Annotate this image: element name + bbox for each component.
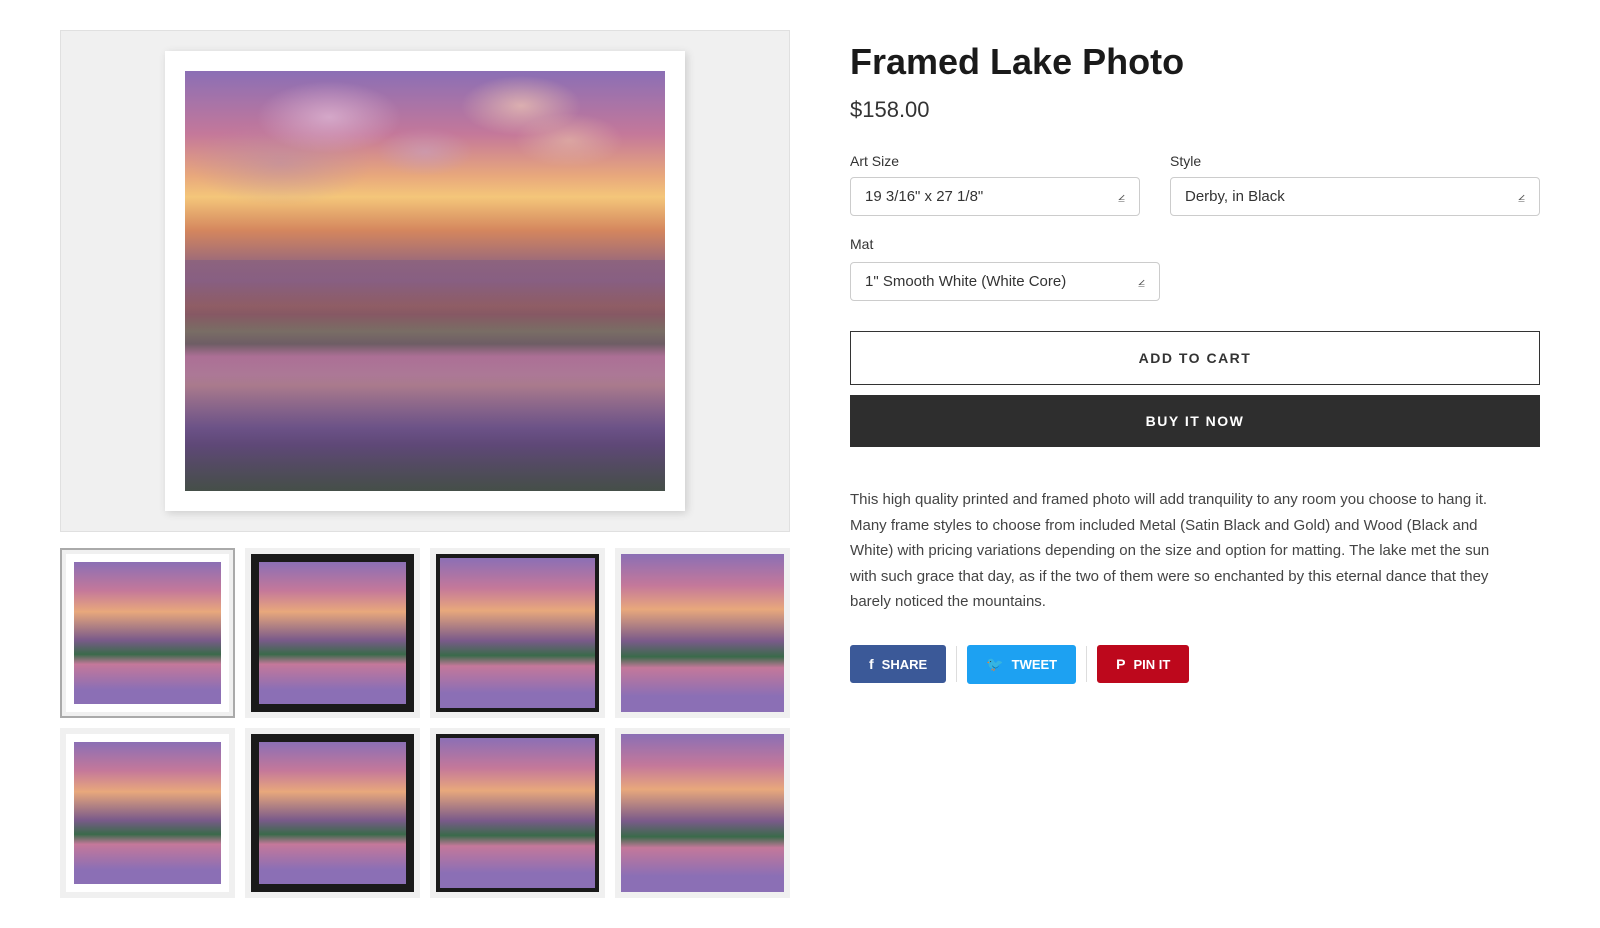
thumb-photo-3 <box>440 558 594 708</box>
thumbnail-5[interactable] <box>60 728 235 898</box>
art-size-value: 19 3/16" x 27 1/8" <box>865 188 983 205</box>
facebook-share-label: SHARE <box>882 657 928 672</box>
thumbnail-7[interactable] <box>430 728 605 898</box>
share-separator-1 <box>956 646 957 682</box>
thumb-photo-1 <box>74 562 220 704</box>
thumb-frame-1 <box>66 554 228 712</box>
pinterest-share-button[interactable]: P PIN IT <box>1097 645 1189 683</box>
mat-label: Mat <box>850 236 873 252</box>
thumb-frame-2 <box>251 554 413 712</box>
product-price: $158.00 <box>850 97 1540 123</box>
thumbnail-1[interactable] <box>60 548 235 718</box>
thumbnail-grid <box>60 548 790 898</box>
twitter-icon: 🐦 <box>986 656 1003 673</box>
twitter-share-label: TWEET <box>1012 657 1058 672</box>
art-size-chevron-icon: ⦤ <box>1118 189 1125 204</box>
thumbnail-8[interactable] <box>615 728 790 898</box>
share-separator-2 <box>1086 646 1087 682</box>
mat-chevron-icon: ⦤ <box>1138 274 1145 289</box>
page-container: Framed Lake Photo $158.00 Art Size 19 3/… <box>0 0 1600 928</box>
style-value: Derby, in Black <box>1185 188 1285 205</box>
thumb-frame-8 <box>621 734 783 892</box>
thumbnail-4[interactable] <box>615 548 790 718</box>
thumb-frame-3 <box>436 554 598 712</box>
thumbnail-6[interactable] <box>245 728 420 898</box>
pinterest-share-label: PIN IT <box>1133 657 1170 672</box>
thumbnail-2[interactable] <box>245 548 420 718</box>
style-label: Style <box>1170 153 1540 169</box>
mat-group: Mat 1" Smooth White (White Core) ⦤ <box>850 236 1540 301</box>
twitter-share-button[interactable]: 🐦 TWEET <box>967 645 1076 684</box>
product-title: Framed Lake Photo <box>850 40 1540 83</box>
art-size-select[interactable]: 19 3/16" x 27 1/8" ⦤ <box>850 177 1140 216</box>
product-description: This high quality printed and framed pho… <box>850 487 1490 615</box>
thumb-frame-4 <box>621 554 783 712</box>
art-size-label: Art Size <box>850 153 1140 169</box>
mat-value: 1" Smooth White (White Core) <box>865 273 1066 290</box>
thumb-photo-5 <box>74 742 220 884</box>
mat-select[interactable]: 1" Smooth White (White Core) ⦤ <box>850 262 1160 301</box>
photo-clouds <box>185 71 665 302</box>
options-row-1: Art Size 19 3/16" x 27 1/8" ⦤ Style Derb… <box>850 153 1540 216</box>
thumb-photo-7 <box>440 738 594 888</box>
right-panel: Framed Lake Photo $158.00 Art Size 19 3/… <box>850 30 1540 898</box>
style-chevron-icon: ⦤ <box>1518 189 1525 204</box>
thumbnail-3[interactable] <box>430 548 605 718</box>
left-panel <box>60 30 790 898</box>
thumb-frame-7 <box>436 734 598 892</box>
style-group: Style Derby, in Black ⦤ <box>1170 153 1540 216</box>
mat-select-wrapper: 1" Smooth White (White Core) ⦤ <box>850 262 1160 301</box>
thumb-frame-5 <box>66 734 228 892</box>
social-share: f SHARE 🐦 TWEET P PIN IT <box>850 645 1540 684</box>
buy-it-now-button[interactable]: BUY IT NOW <box>850 395 1540 447</box>
thumb-photo-8 <box>621 734 783 892</box>
main-photo <box>185 71 665 491</box>
thumb-photo-6 <box>259 742 405 884</box>
facebook-share-button[interactable]: f SHARE <box>850 645 946 683</box>
style-select[interactable]: Derby, in Black ⦤ <box>1170 177 1540 216</box>
art-size-group: Art Size 19 3/16" x 27 1/8" ⦤ <box>850 153 1140 216</box>
pinterest-icon: P <box>1116 656 1125 672</box>
facebook-icon: f <box>869 656 874 672</box>
thumb-frame-6 <box>251 734 413 892</box>
thumb-photo-2 <box>259 562 405 704</box>
add-to-cart-button[interactable]: ADD TO CART <box>850 331 1540 385</box>
main-image-frame <box>165 51 685 511</box>
main-image-wrapper <box>60 30 790 532</box>
thumb-photo-4 <box>621 554 783 712</box>
